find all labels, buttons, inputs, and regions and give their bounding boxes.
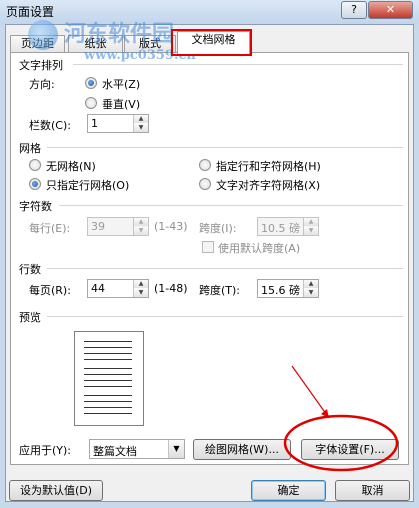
chars-per-line-spinner[interactable]: 39 ▲ ▼ (87, 217, 149, 236)
preview-page (74, 331, 144, 426)
section-grid: 网格 (19, 142, 41, 155)
line-pitch-spinner[interactable]: 15.6 磅 ▲ ▼ (257, 279, 319, 298)
tab-paper[interactable]: 纸张 (68, 35, 123, 53)
columns-label: 栏数(C): (29, 119, 71, 132)
no-grid-label: 无网格(N) (46, 160, 96, 173)
section-text-direction: 文字排列 (19, 59, 63, 72)
spin-up-icon[interactable]: ▲ (134, 280, 148, 288)
direction-label: 方向: (29, 78, 55, 91)
radio-no-grid[interactable] (29, 159, 41, 171)
lines-per-page-spinner[interactable]: 44 ▲ ▼ (87, 279, 149, 298)
radio-horizontal[interactable] (85, 77, 97, 89)
default-pitch-label: 使用默认跨度(A) (218, 242, 301, 255)
default-pitch-checkbox[interactable] (202, 241, 214, 253)
close-icon: ✕ (385, 3, 396, 16)
spin-down-icon[interactable]: ▼ (304, 289, 318, 297)
help-button[interactable]: ? (341, 1, 367, 19)
cancel-button[interactable]: 取消 (335, 480, 410, 501)
font-settings-button[interactable]: 字体设置(F)... (301, 439, 399, 460)
char-pitch-spinner[interactable]: 10.5 磅 ▲ ▼ (257, 217, 319, 236)
close-button[interactable]: ✕ (368, 1, 413, 19)
line-pitch-label: 跨度(T): (199, 284, 241, 297)
chars-per-line-label: 每行(E): (29, 222, 71, 235)
section-lines: 行数 (19, 263, 41, 276)
draw-grid-button[interactable]: 绘图网格(W)... (193, 439, 291, 460)
ok-button[interactable]: 确定 (251, 480, 326, 501)
spin-up-icon[interactable]: ▲ (304, 280, 318, 288)
spin-down-icon[interactable]: ▼ (134, 289, 148, 297)
radio-line-grid[interactable] (29, 178, 41, 190)
tab-panel: 文字排列 方向: 水平(Z) 垂直(V) 栏数(C): 1 ▲ ▼ 网格 无网格(… (10, 52, 409, 465)
char-pitch-label: 跨度(I): (199, 222, 237, 235)
columns-spinner[interactable]: 1 ▲ ▼ (87, 114, 149, 133)
spin-down-icon[interactable]: ▼ (134, 124, 148, 132)
chevron-down-icon[interactable]: ▼ (168, 440, 184, 458)
set-default-button[interactable]: 设为默认值(D) (9, 480, 103, 501)
text-snap-grid-label: 文字对齐字符网格(X) (216, 179, 321, 192)
lines-range: (1-48) (154, 282, 188, 295)
title-bar: 页面设置 ? ✕ (0, 0, 419, 24)
spin-down-icon[interactable]: ▼ (134, 227, 148, 235)
section-preview: 预览 (19, 311, 41, 324)
chars-range: (1-43) (154, 220, 188, 233)
page-setup-dialog: 页边距 纸张 版式 文档网格 文字排列 方向: 水平(Z) 垂直(V) 栏数(C… (5, 24, 414, 502)
spin-up-icon[interactable]: ▲ (134, 218, 148, 226)
spin-up-icon[interactable]: ▲ (134, 115, 148, 123)
tab-layout[interactable]: 版式 (124, 35, 176, 53)
section-chars: 字符数 (19, 200, 52, 213)
window-title: 页面设置 (6, 5, 55, 19)
line-char-grid-label: 指定行和字符网格(H) (216, 160, 321, 173)
radio-text-snap-grid[interactable] (199, 178, 211, 190)
line-grid-label: 只指定行网格(O) (46, 179, 130, 192)
vertical-label: 垂直(V) (102, 98, 141, 111)
horizontal-label: 水平(Z) (102, 78, 141, 91)
lines-per-page-label: 每页(R): (29, 284, 71, 297)
apply-to-label: 应用于(Y): (19, 444, 72, 457)
radio-vertical[interactable] (85, 97, 97, 109)
radio-line-char-grid[interactable] (199, 159, 211, 171)
help-icon: ? (351, 3, 357, 16)
spin-down-icon[interactable]: ▼ (304, 227, 318, 235)
tab-margins[interactable]: 页边距 (10, 35, 65, 53)
apply-to-select[interactable]: 整篇文档 ▼ (89, 439, 185, 459)
spin-up-icon[interactable]: ▲ (304, 218, 318, 226)
tab-highlight-annotation (171, 29, 252, 56)
